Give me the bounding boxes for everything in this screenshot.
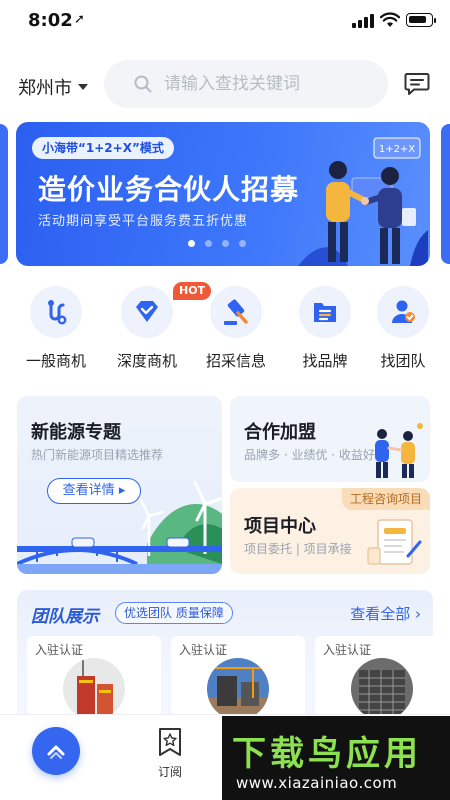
diamond-check-icon: HOT: [121, 282, 212, 338]
team-section-title: 团队展示: [31, 607, 99, 627]
signal-icon: [352, 14, 374, 28]
watermark-url: www.xiazainiao.com: [236, 774, 398, 792]
menu-label: 深度商机: [116, 352, 177, 370]
status-bar: 8:02 ➚: [0, 0, 450, 44]
carousel-dot[interactable]: [205, 240, 212, 247]
card-subtitle: 项目委托 | 项目承接: [244, 542, 352, 556]
card-subtitle: 热门新能源项目精选推荐: [31, 448, 164, 462]
banner-art-label: 1+2+X: [379, 144, 415, 155]
view-all-link[interactable]: 查看全部 ›: [350, 603, 421, 624]
carousel-dot[interactable]: [222, 240, 229, 247]
watermark-title: 下载鸟应用: [232, 734, 422, 774]
status-time: 8:02: [28, 10, 73, 31]
view-details-button[interactable]: 查看详情 ▸: [47, 478, 141, 504]
team-photo: [207, 658, 269, 720]
bookmark-star-icon: [159, 728, 181, 756]
double-chevron-up-icon: [47, 745, 65, 759]
banner-subtitle: 活动期间享受平台服务费五折优惠: [38, 214, 249, 229]
carousel-dots: [188, 240, 246, 247]
city-name: 郑州市: [18, 78, 72, 99]
contract-document-illustration: [367, 519, 422, 565]
menu-label: 找团队: [380, 352, 426, 370]
caret-down-icon: [78, 84, 88, 90]
tab-subscribe[interactable]: 订阅: [142, 727, 198, 780]
partners-illustration: [375, 423, 423, 478]
menu-label: 找品牌: [302, 352, 348, 370]
message-icon[interactable]: [404, 72, 430, 96]
view-all-label: 查看全部: [350, 605, 411, 623]
play-arrow-icon: ▸: [118, 483, 126, 498]
search-input[interactable]: [164, 74, 364, 94]
folder-list-icon: [299, 286, 351, 338]
menu-item-brand[interactable]: 找品牌: [282, 286, 368, 371]
city-selector[interactable]: 郑州市: [18, 74, 88, 100]
battery-level: [409, 16, 426, 23]
tab-subscribe-label: 订阅: [157, 765, 182, 779]
battery-icon: [406, 13, 436, 27]
banner-tag: 小海带“1+2+X”模式: [32, 137, 174, 159]
location-arrow-icon: ➚: [74, 12, 85, 27]
watermark: 下载鸟应用 www.xiazainiao.com: [222, 716, 450, 800]
banner-next-peek[interactable]: [441, 124, 450, 264]
card-title: 新能源专题: [31, 422, 121, 443]
card-new-energy[interactable]: 新能源专题 热门新能源项目精选推荐 查看详情 ▸: [17, 396, 222, 574]
tab-home[interactable]: [32, 727, 80, 775]
project-tag: 工程咨询项目: [341, 488, 430, 510]
certified-label: 入驻认证: [35, 643, 84, 657]
team-person-icon: [377, 286, 429, 338]
promo-banner[interactable]: 小海带“1+2+X”模式 造价业务合伙人招募 活动期间享受平台服务费五折优惠 1…: [16, 122, 430, 266]
carousel-dot[interactable]: [188, 240, 195, 247]
wifi-icon: [380, 12, 400, 27]
certified-label: 入驻认证: [323, 643, 372, 657]
team-section-tag: 优选团队 质量保障: [115, 602, 233, 624]
menu-item-general[interactable]: 一般商机: [13, 286, 99, 371]
search-icon: [134, 75, 152, 93]
card-title: 项目中心: [244, 516, 316, 537]
card-title: 合作加盟: [244, 422, 316, 443]
menu-item-deep[interactable]: HOT 深度商机: [104, 282, 212, 371]
search-bar[interactable]: [104, 60, 388, 108]
quick-menu: 一般商机 HOT 深度商机 招采信息 找品牌 找团队: [0, 282, 450, 386]
handshake-illustration: 1+2+X: [298, 137, 428, 266]
menu-label: 招采信息: [205, 352, 266, 370]
card-subtitle: 品牌多 · 业绩优 · 收益好: [244, 448, 375, 462]
banner-title: 造价业务合伙人招募: [38, 173, 300, 206]
menu-label: 一般商机: [25, 352, 86, 370]
team-section: 团队展示 优选团队 质量保障 查看全部 › 入驻认证 入驻认证 入驻认证: [17, 590, 433, 730]
view-details-label: 查看详情: [62, 483, 115, 498]
team-photo: [63, 658, 125, 720]
card-join[interactable]: 合作加盟 品牌多 · 业绩优 · 收益好: [230, 396, 430, 482]
certified-label: 入驻认证: [179, 643, 228, 657]
gavel-icon: [210, 286, 262, 338]
chevron-right-icon: ›: [415, 605, 421, 623]
route-icon: [30, 286, 82, 338]
carousel-dot[interactable]: [239, 240, 246, 247]
card-project-center[interactable]: 工程咨询项目 项目中心 项目委托 | 项目承接: [230, 488, 430, 574]
banner-prev-peek[interactable]: [0, 124, 8, 264]
menu-item-team[interactable]: 找团队: [360, 286, 446, 371]
team-photo: [351, 658, 413, 720]
menu-item-procurement[interactable]: 招采信息: [193, 286, 279, 371]
